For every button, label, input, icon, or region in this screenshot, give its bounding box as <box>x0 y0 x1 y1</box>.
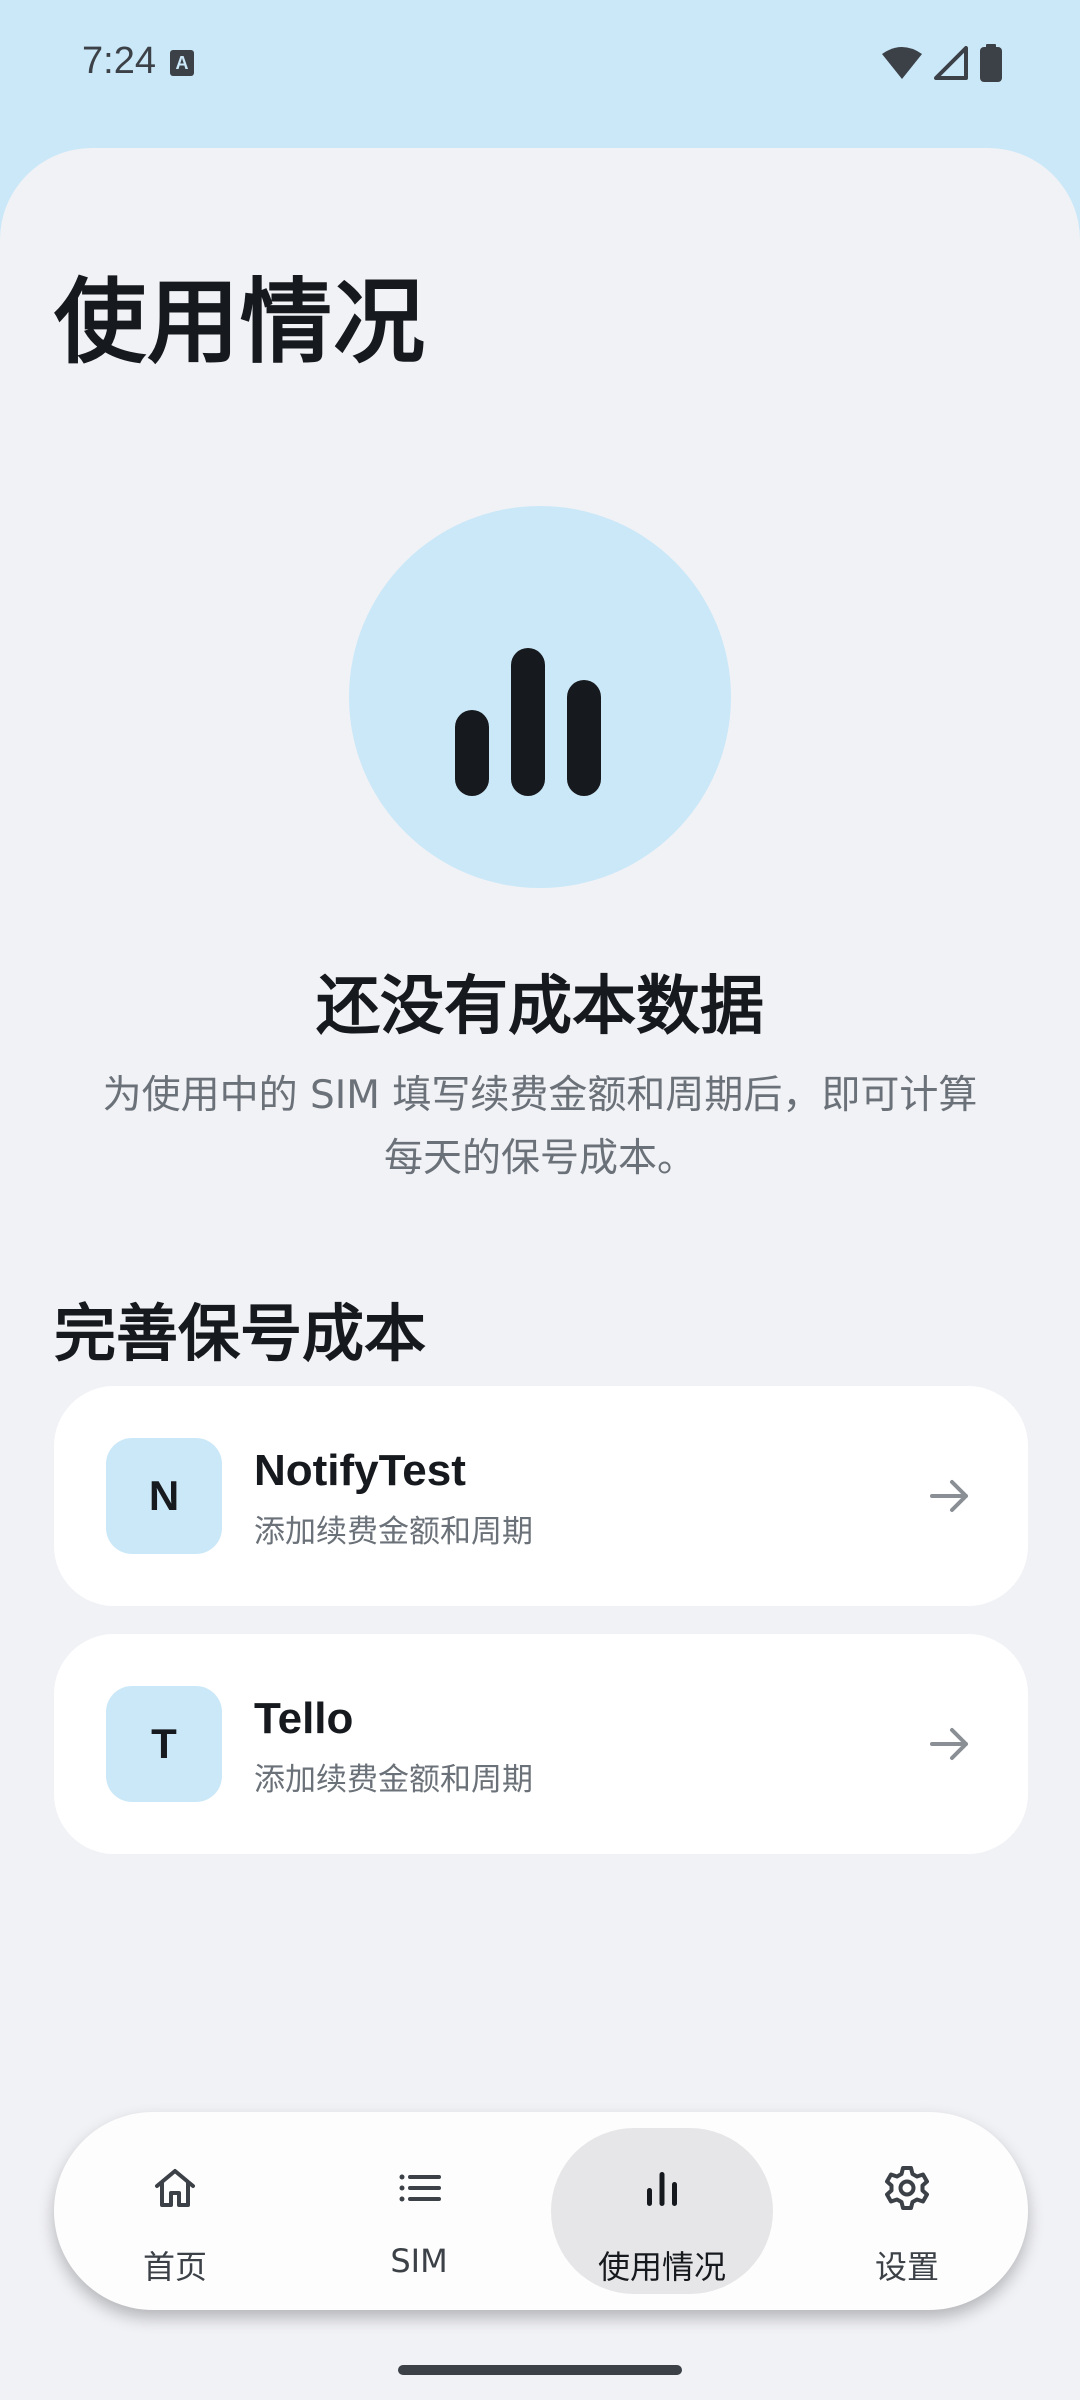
sim-card-tello[interactable]: T Tello 添加续费金额和周期 <box>54 1634 1028 1854</box>
nav-label: SIM <box>390 2242 448 2280</box>
keyboard-indicator-icon: A <box>170 50 194 76</box>
sim-subtitle: 添加续费金额和周期 <box>254 1514 533 1550</box>
nav-label: 首页 <box>142 2248 207 2286</box>
sim-card-notifytest[interactable]: N NotifyTest 添加续费金额和周期 <box>54 1386 1028 1606</box>
section-title: 完善保号成本 <box>54 1297 427 1370</box>
nav-item-usage[interactable]: 使用情况 <box>551 2112 773 2310</box>
sim-name: NotifyTest <box>254 1446 466 1495</box>
sim-avatar: T <box>106 1686 222 1802</box>
bar-chart-icon <box>647 2172 677 2206</box>
wifi-icon <box>882 47 922 79</box>
nav-label: 设置 <box>874 2248 939 2286</box>
sim-name: Tello <box>254 1694 354 1743</box>
gear-icon <box>885 2166 929 2210</box>
bottom-navigation: 首页 SIM 使用情况 设置 <box>54 2112 1028 2310</box>
status-time: 7:24 <box>82 40 156 82</box>
empty-state-description: 为使用中的 SIM 填写续费金额和周期后，即可计算每天的保号成本。 <box>102 1073 978 1181</box>
home-icon <box>155 2169 195 2207</box>
status-icons <box>882 44 1002 82</box>
bar-chart-icon <box>455 648 601 796</box>
page-title: 使用情况 <box>54 269 427 376</box>
status-bar: 7:24 A <box>0 0 1080 150</box>
content-sheet <box>0 148 1080 2400</box>
nav-label: 使用情况 <box>597 2248 726 2286</box>
sim-avatar: N <box>106 1438 222 1554</box>
sim-subtitle: 添加续费金额和周期 <box>254 1762 533 1798</box>
nav-item-settings[interactable]: 设置 <box>796 2112 1018 2310</box>
arrow-right-icon <box>930 1728 968 1760</box>
arrow-right-icon <box>930 1480 968 1512</box>
signal-icon <box>934 46 968 80</box>
battery-icon <box>980 44 1002 82</box>
nav-item-sim[interactable]: SIM <box>308 2112 530 2310</box>
home-indicator[interactable] <box>398 2365 682 2375</box>
empty-state-illustration <box>349 506 731 888</box>
list-icon <box>399 2174 441 2202</box>
nav-item-home[interactable]: 首页 <box>64 2112 286 2310</box>
empty-state-title: 还没有成本数据 <box>316 970 764 1044</box>
